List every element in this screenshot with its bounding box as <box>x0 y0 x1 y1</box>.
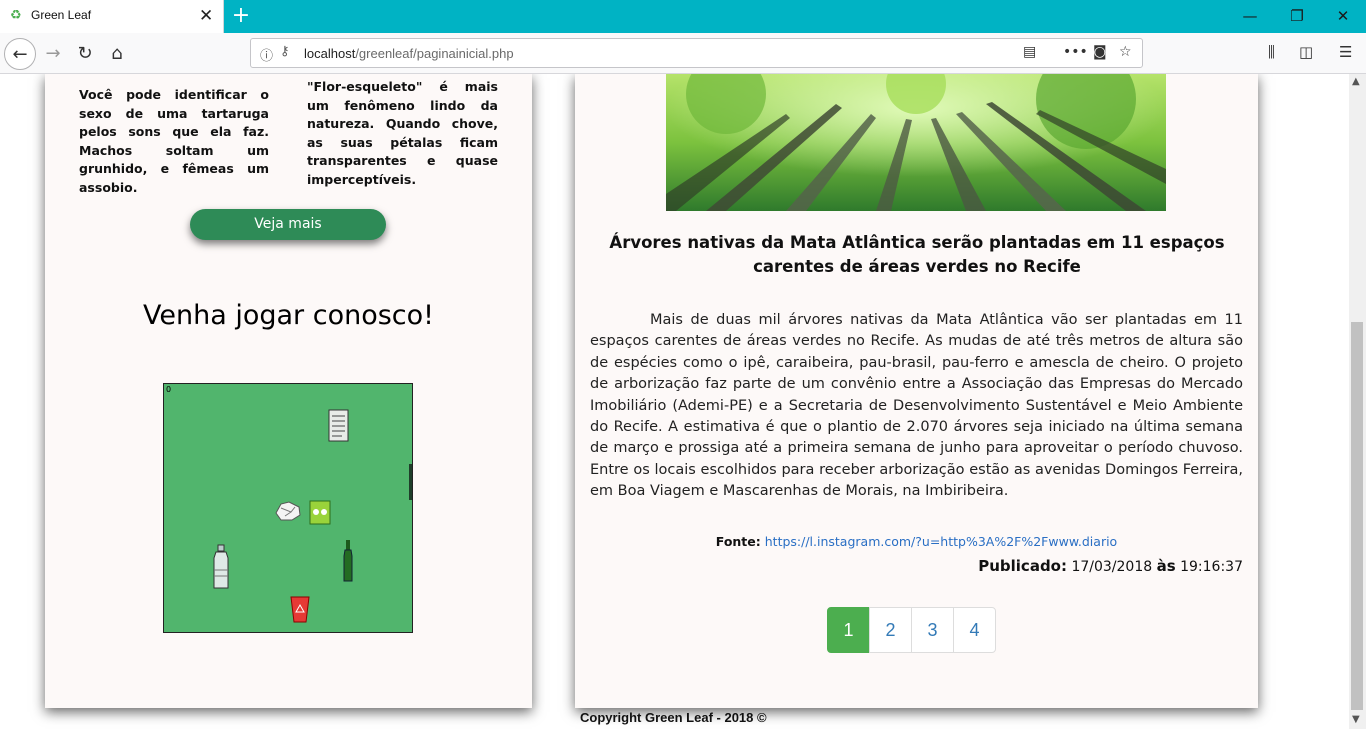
page-actions-icon[interactable]: ••• <box>1063 44 1088 60</box>
page-1-button[interactable]: 1 <box>827 607 870 653</box>
glass-bottle-icon <box>343 540 353 582</box>
carton-box-icon <box>309 500 331 525</box>
pagination: 1 2 3 4 <box>827 607 996 653</box>
fact-skeleton-flower: "Flor-esqueleto" é mais um fenômeno lind… <box>307 79 498 187</box>
page-2-button[interactable]: 2 <box>869 607 912 653</box>
page-scrollbar[interactable]: ▲ ▼ <box>1349 74 1366 729</box>
scroll-down-icon[interactable]: ▼ <box>1352 714 1360 725</box>
published-date: 17/03/2018 <box>1071 559 1153 575</box>
reader-view-icon[interactable]: ▤ <box>1023 44 1036 60</box>
browser-tab[interactable]: ♻ Green Leaf ✕ <box>0 0 224 33</box>
source-label: Fonte: <box>715 534 761 549</box>
news-body: Mais de duas mil árvores nativas da Mata… <box>590 312 1243 500</box>
page-3-button[interactable]: 3 <box>911 607 954 653</box>
library-icon[interactable]: ⫼ <box>1268 43 1275 61</box>
published-label: Publicado: <box>978 557 1067 575</box>
restore-button[interactable]: ❐ <box>1282 6 1312 26</box>
game-heading: Venha jogar conosco! <box>143 300 434 331</box>
browser-tab-bar: ♻ Green Leaf ✕ + — ❐ ✕ <box>0 0 1366 33</box>
source-link[interactable]: https://l.instagram.com/?u=http%3A%2F%2F… <box>765 534 1117 549</box>
browser-nav-bar: ← → ↻ ⌂ ⓘ ⚷ localhost/greenleaf/paginain… <box>0 33 1366 74</box>
plastic-bottle-icon <box>213 544 229 589</box>
minimize-button[interactable]: — <box>1235 6 1265 26</box>
key-icon[interactable]: ⚷ <box>280 44 290 59</box>
menu-icon[interactable]: ☰ <box>1339 43 1352 61</box>
url-text[interactable]: localhost/greenleaf/paginainicial.php <box>304 46 514 61</box>
page-4-button[interactable]: 4 <box>953 607 996 653</box>
see-more-button[interactable]: Veja mais <box>190 209 386 240</box>
edge-object-icon <box>409 464 412 500</box>
url-path: /greenleaf/paginainicial.php <box>355 46 514 61</box>
forward-arrow-icon[interactable]: → <box>37 38 69 70</box>
fact-turtle: Você pode identificar o sexo de uma tart… <box>79 87 269 195</box>
paper-icon <box>328 409 349 442</box>
address-bar[interactable]: ⓘ ⚷ localhost/greenleaf/paginainicial.ph… <box>250 38 1143 68</box>
copyright-footer: Copyright Green Leaf - 2018 © <box>580 710 767 725</box>
scrollbar-thumb[interactable] <box>1351 322 1363 710</box>
published-info: Publicado: 17/03/2018 às 19:16:37 <box>978 557 1243 575</box>
game-score: 0 <box>166 385 172 394</box>
close-tab-icon[interactable]: ✕ <box>199 6 213 26</box>
news-card: Árvores nativas da Mata Atlântica serão … <box>575 74 1258 708</box>
close-window-button[interactable]: ✕ <box>1328 6 1358 26</box>
curiosities-card: Você pode identificar o sexo de uma tart… <box>45 74 532 708</box>
news-title: Árvores nativas da Mata Atlântica serão … <box>609 233 1225 276</box>
pocket-icon[interactable]: ◙ <box>1093 44 1107 60</box>
info-icon[interactable]: ⓘ <box>260 45 273 64</box>
published-at-label: às <box>1156 557 1176 575</box>
recycle-icon: ♻ <box>10 8 22 23</box>
published-time: 19:16:37 <box>1180 559 1243 575</box>
reload-icon[interactable]: ↻ <box>69 38 101 70</box>
page-viewport: Você pode identificar o sexo de uma tart… <box>0 74 1349 729</box>
bookmark-star-icon[interactable]: ☆ <box>1119 44 1132 60</box>
sidebar-icon[interactable]: ◫ <box>1299 43 1313 61</box>
crumpled-paper-icon <box>275 501 301 521</box>
news-source: Fonte: https://l.instagram.com/?u=http%3… <box>575 534 1258 549</box>
tab-title: Green Leaf <box>31 8 92 22</box>
plastic-cup-icon <box>290 596 310 623</box>
forest-image <box>666 74 1166 211</box>
home-icon[interactable]: ⌂ <box>101 38 133 70</box>
new-tab-button[interactable]: + <box>229 3 253 29</box>
scroll-up-icon[interactable]: ▲ <box>1352 76 1360 87</box>
back-arrow-icon[interactable]: ← <box>4 38 36 70</box>
game-canvas[interactable]: 0 <box>163 383 413 633</box>
url-host: localhost <box>304 46 356 61</box>
